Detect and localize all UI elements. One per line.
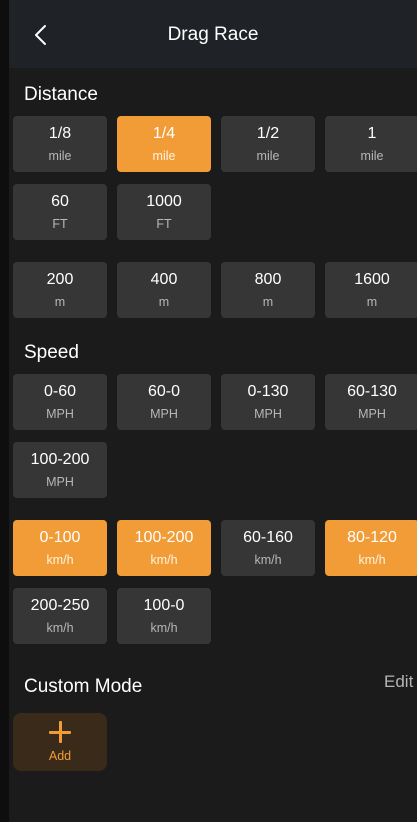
option-value: 0-100 (39, 529, 81, 546)
option-speed-100-200-kmh[interactable]: 100-200 km/h (117, 520, 211, 576)
option-distance-1-4-mile[interactable]: 1/4 mile (117, 116, 211, 172)
option-distance-60-ft[interactable]: 60 FT (13, 184, 107, 240)
option-distance-1-8-mile[interactable]: 1/8 mile (13, 116, 107, 172)
option-distance-1-2-mile[interactable]: 1/2 mile (221, 116, 315, 172)
option-speed-0-130-mph[interactable]: 0-130 MPH (221, 374, 315, 430)
option-value: 400 (150, 271, 178, 288)
option-value: 60 (51, 193, 69, 210)
option-unit: km/h (46, 621, 74, 635)
option-value: 1000 (146, 193, 182, 210)
option-value: 60-160 (243, 529, 293, 546)
option-value: 60-0 (147, 383, 181, 400)
option-speed-0-60-mph[interactable]: 0-60 MPH (13, 374, 107, 430)
option-distance-1000-ft[interactable]: 1000 FT (117, 184, 211, 240)
section-title-speed: Speed (24, 342, 79, 363)
add-custom-mode-button[interactable]: Add (13, 713, 107, 771)
option-value: 100-200 (134, 529, 194, 546)
option-unit: MPH (358, 407, 386, 421)
plus-icon (49, 721, 71, 743)
option-distance-1-mile[interactable]: 1 mile (325, 116, 417, 172)
option-unit: MPH (150, 407, 178, 421)
option-unit: m (158, 295, 170, 309)
option-speed-200-250-kmh[interactable]: 200-250 km/h (13, 588, 107, 644)
option-speed-100-0-kmh[interactable]: 100-0 km/h (117, 588, 211, 644)
option-value: 60-130 (347, 383, 397, 400)
option-value: 100-0 (143, 597, 185, 614)
option-value: 200 (46, 271, 74, 288)
option-unit: mile (48, 149, 72, 163)
option-distance-800-m[interactable]: 800 m (221, 262, 315, 318)
edit-button[interactable]: Edit (384, 672, 413, 692)
option-value: 1/8 (48, 125, 72, 142)
option-unit: MPH (46, 475, 74, 489)
option-unit: mile (152, 149, 176, 163)
option-distance-200-m[interactable]: 200 m (13, 262, 107, 318)
add-label: Add (48, 749, 72, 763)
section-title-custom-mode: Custom Mode (24, 676, 143, 697)
option-speed-0-100-kmh[interactable]: 0-100 km/h (13, 520, 107, 576)
option-speed-60-0-mph[interactable]: 60-0 MPH (117, 374, 211, 430)
option-unit: m (54, 295, 66, 309)
option-unit: m (262, 295, 274, 309)
option-distance-400-m[interactable]: 400 m (117, 262, 211, 318)
option-value: 100-200 (30, 451, 90, 468)
page-title: Drag Race (167, 24, 259, 45)
option-unit: mile (256, 149, 280, 163)
option-unit: km/h (358, 553, 386, 567)
option-unit: FT (52, 217, 68, 231)
option-value: 0-60 (43, 383, 77, 400)
option-value: 0-130 (247, 383, 289, 400)
option-unit: km/h (46, 553, 74, 567)
option-speed-60-160-kmh[interactable]: 60-160 km/h (221, 520, 315, 576)
option-speed-80-120-kmh[interactable]: 80-120 km/h (325, 520, 417, 576)
option-unit: MPH (46, 407, 74, 421)
option-value: 80-120 (347, 529, 397, 546)
option-distance-1600-m[interactable]: 1600 m (325, 262, 417, 318)
option-value: 1/2 (256, 125, 280, 142)
left-edge (0, 0, 9, 822)
option-value: 200-250 (30, 597, 90, 614)
option-unit: km/h (254, 553, 282, 567)
option-speed-100-200-mph[interactable]: 100-200 MPH (13, 442, 107, 498)
option-unit: mile (360, 149, 384, 163)
app-header: Drag Race (9, 0, 417, 68)
option-speed-60-130-mph[interactable]: 60-130 MPH (325, 374, 417, 430)
option-unit: km/h (150, 621, 178, 635)
option-unit: MPH (254, 407, 282, 421)
option-value: 800 (254, 271, 282, 288)
option-unit: km/h (150, 553, 178, 567)
option-value: 1 (367, 125, 377, 142)
option-unit: FT (156, 217, 172, 231)
section-title-distance: Distance (24, 84, 98, 105)
option-value: 1600 (354, 271, 390, 288)
option-unit: m (366, 295, 378, 309)
option-value: 1/4 (152, 125, 176, 142)
